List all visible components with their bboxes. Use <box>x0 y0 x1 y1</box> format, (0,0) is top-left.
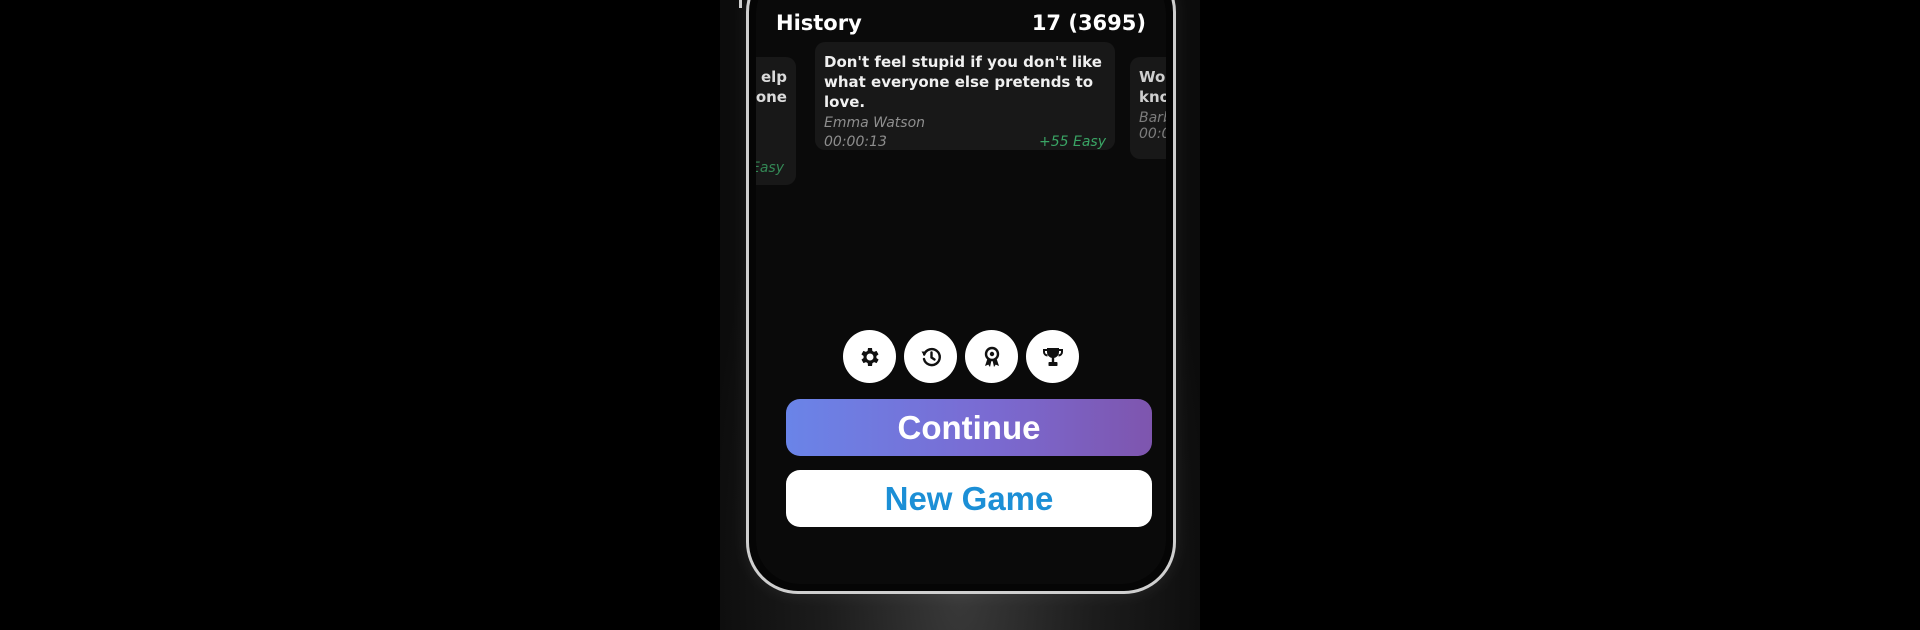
stage: History 17 (3695) elp one Easy Don't fee… <box>720 0 1200 630</box>
history-card-previous[interactable]: elp one Easy <box>756 57 796 185</box>
card-meta: 00:00:13 +55 Easy <box>824 134 1106 150</box>
card-points: +55 Easy <box>1039 134 1106 150</box>
card-quote-fragment: Worry know <box>1139 68 1166 106</box>
card-author: Barba <box>1139 110 1166 126</box>
leaderboard-button[interactable] <box>1026 330 1079 383</box>
card-points: Easy <box>756 160 784 176</box>
history-title: History <box>776 11 862 35</box>
gear-icon <box>860 347 879 366</box>
card-time: 00:00:13 <box>824 134 887 150</box>
card-author: Emma Watson <box>824 115 926 131</box>
history-count: 17 (3695) <box>1031 11 1146 35</box>
card-quote-fragment: elp one <box>756 68 787 106</box>
history-button[interactable] <box>904 330 957 383</box>
achievements-button[interactable] <box>965 330 1018 383</box>
card-quote: Don't feel stupid if you don't like what… <box>824 53 1102 111</box>
card-time: 00:00: <box>1139 126 1166 142</box>
continue-button[interactable]: Continue <box>786 399 1152 456</box>
settings-button[interactable] <box>843 330 896 383</box>
history-card-next[interactable]: Worry know Barba 00:00: <box>1130 57 1166 159</box>
side-mark <box>739 0 742 8</box>
trophy-icon <box>1042 347 1063 366</box>
history-card-current[interactable]: Don't feel stupid if you don't like what… <box>815 42 1115 150</box>
phone-screen: History 17 (3695) elp one Easy Don't fee… <box>756 0 1166 584</box>
award-icon <box>984 346 999 367</box>
new-game-button[interactable]: New Game <box>786 470 1152 527</box>
phone-frame: History 17 (3695) elp one Easy Don't fee… <box>746 0 1176 594</box>
history-icon <box>921 347 941 366</box>
icon-toolbar <box>756 330 1166 384</box>
